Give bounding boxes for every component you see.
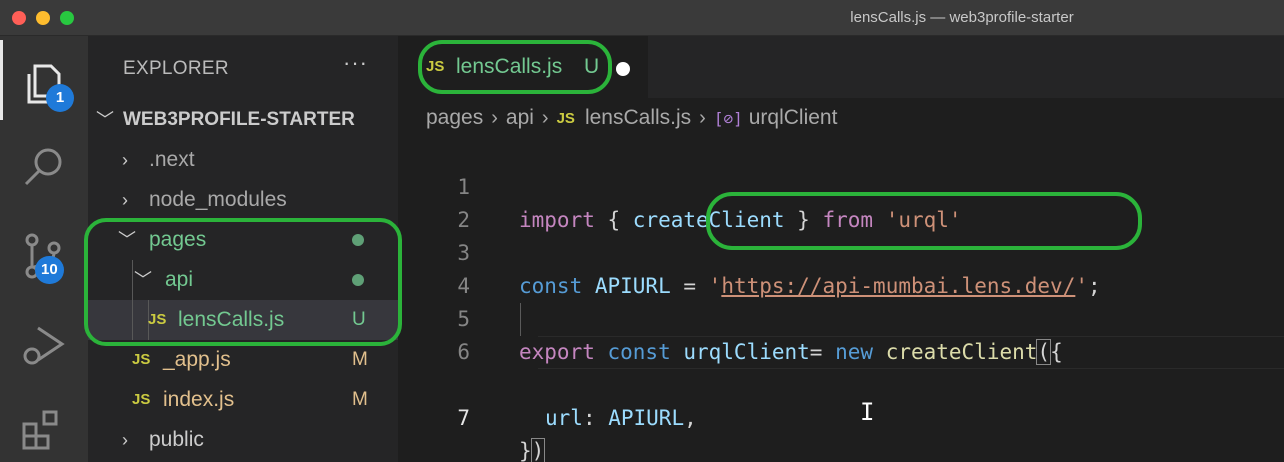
extensions-icon xyxy=(22,410,58,450)
tree-item-lenscalls[interactable]: JS lensCalls.js U xyxy=(88,300,398,340)
tree-item-node-modules[interactable]: › node_modules xyxy=(88,180,398,220)
chevron-down-icon: ﹀ xyxy=(96,110,114,130)
explorer-activity-button[interactable]: 1 xyxy=(0,40,88,120)
breadcrumb: pages › api › JS lensCalls.js › [⊘] urqlClient xyxy=(426,106,837,134)
window-title: lensCalls.js — web3profile-starter xyxy=(850,9,1074,26)
activity-bar: 1 10 xyxy=(0,36,88,462)
code-line: 2 xyxy=(398,171,1284,232)
git-status-dot xyxy=(352,234,364,246)
code-line: 7 }) xyxy=(398,336,1284,462)
breadcrumb-item[interactable]: lensCalls.js xyxy=(585,106,691,130)
explorer-sidebar: EXPLORER ··· ﹀ WEB3PROFILE-STARTER › .ne… xyxy=(88,36,398,462)
code-line: 4 xyxy=(398,237,1284,298)
chevron-right-icon: › xyxy=(541,106,549,129)
javascript-file-icon: JS xyxy=(556,109,575,127)
project-root[interactable]: ﹀ WEB3PROFILE-STARTER xyxy=(88,100,398,140)
extensions-activity-button[interactable] xyxy=(0,388,88,462)
code-line: 5 export const urqlClient= new createCli… xyxy=(398,270,1284,365)
breadcrumb-item[interactable]: urqlClient xyxy=(749,106,838,130)
javascript-file-icon: JS xyxy=(426,58,445,75)
explorer-header: EXPLORER xyxy=(123,58,229,79)
code-line: 6 url: APIURL, xyxy=(398,303,1284,430)
source-control-badge: 10 xyxy=(35,256,64,284)
search-icon xyxy=(24,148,62,186)
indent-guide xyxy=(132,260,133,300)
current-line-highlight xyxy=(538,336,1284,369)
code-line: 1 import { createClient } from 'urql' xyxy=(398,138,1284,232)
variable-symbol-icon: [⊘] xyxy=(713,108,743,128)
chevron-right-icon: › xyxy=(122,430,128,450)
source-control-activity-button[interactable]: 10 xyxy=(0,214,88,294)
tab-git-status: U xyxy=(584,55,600,78)
more-actions-button[interactable]: ··· xyxy=(343,50,368,76)
tree-item-app[interactable]: JS _app.js M xyxy=(88,340,398,380)
explorer-badge: 1 xyxy=(46,84,74,112)
indent-guide xyxy=(132,300,133,340)
tree-item-api[interactable]: ﹀ api xyxy=(88,260,398,300)
git-status-modified: M xyxy=(352,389,368,410)
chevron-right-icon: › xyxy=(491,106,498,129)
chevron-down-icon: ﹀ xyxy=(118,230,136,250)
javascript-file-icon: JS xyxy=(132,391,151,408)
tree-item-pages[interactable]: ﹀ pages xyxy=(88,220,398,260)
tab-bar: JS lensCalls.js U xyxy=(398,36,1284,98)
search-activity-button[interactable] xyxy=(0,126,88,206)
chevron-down-icon: ﹀ xyxy=(134,270,152,290)
run-debug-activity-button[interactable] xyxy=(0,304,88,384)
editor-area: JS lensCalls.js U pages › api › JS lensCalls.… xyxy=(398,36,1284,462)
line-content: url: APIURL, xyxy=(545,406,697,430)
text-cursor-icon: I xyxy=(860,398,875,426)
line-number: 7 xyxy=(457,406,470,430)
run-debug-icon xyxy=(23,326,65,365)
tree-item-index[interactable]: JS index.js M xyxy=(88,380,398,420)
chevron-right-icon: › xyxy=(699,106,706,129)
breadcrumb-item[interactable]: pages xyxy=(426,106,483,130)
javascript-file-icon: JS xyxy=(132,351,151,368)
git-status-modified: M xyxy=(352,349,368,370)
unsaved-dot-icon[interactable] xyxy=(616,62,630,76)
title-bar: lensCalls.js — web3profile-starter xyxy=(0,0,1284,36)
git-status-untracked: U xyxy=(352,309,366,330)
tree-item-public[interactable]: › public xyxy=(88,420,398,460)
tree-item-next[interactable]: › .next xyxy=(88,140,398,180)
code-line: 3 const APIURL = 'https://api-mumbai.len… xyxy=(398,204,1284,298)
breadcrumb-item[interactable]: api xyxy=(506,106,534,130)
git-status-dot xyxy=(352,274,364,286)
chevron-right-icon: › xyxy=(122,150,128,170)
line-content: }) xyxy=(519,438,546,462)
tab-lenscalls[interactable]: JS lensCalls.js U xyxy=(398,36,648,98)
javascript-file-icon: JS xyxy=(148,311,167,328)
chevron-right-icon: › xyxy=(122,190,128,210)
tab-label: lensCalls.js xyxy=(456,55,563,78)
indent-guide xyxy=(520,303,521,336)
